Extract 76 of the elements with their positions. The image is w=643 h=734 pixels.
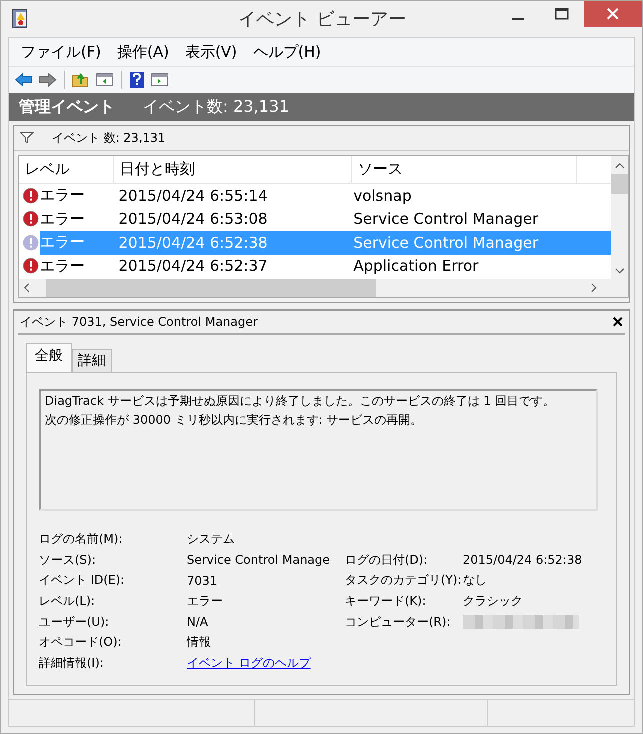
tab[interactable]: 全般	[26, 343, 72, 372]
table-cell-text: エラー	[40, 256, 86, 277]
folder-up-icon[interactable]	[71, 71, 91, 89]
field-label: 詳細情報(I):	[39, 654, 105, 672]
event-count: イベント数: 23,131	[143, 96, 290, 118]
scroll-up-icon[interactable]	[614, 162, 624, 170]
close-icon	[607, 8, 619, 20]
vertical-scrollbar[interactable]	[611, 156, 628, 279]
scroll-down-icon[interactable]	[614, 267, 624, 275]
field-value: なし	[463, 572, 488, 590]
table-cell-text: Service Control Manager	[352, 209, 540, 230]
table-cell-text: 2015/04/24 6:53:08	[118, 209, 269, 230]
field-value: 情報	[187, 634, 212, 652]
table-row[interactable]: エラー 2015/04/24 6:52:37 Application Error	[19, 254, 611, 278]
field-value: 2015/04/24 6:52:38	[463, 553, 584, 568]
table-row[interactable]: エラー 2015/04/24 6:53:08 Service Control Manager	[19, 208, 611, 231]
table-cell-text: 2015/04/24 6:55:14	[118, 186, 269, 207]
field-label: ログの日付(D):	[345, 552, 429, 569]
panel-icon[interactable]	[95, 71, 115, 89]
field-value: 7031	[187, 574, 219, 588]
field-value: Service Control Manage	[187, 553, 332, 568]
minimize-icon	[512, 18, 524, 20]
panel-icon[interactable]	[150, 71, 170, 89]
tab[interactable]: 詳細	[72, 349, 112, 372]
scroll-right-icon[interactable]	[590, 283, 598, 293]
table-cell: Service Control Manager	[348, 231, 611, 254]
table-cell: エラー	[40, 231, 113, 254]
filter-icon	[20, 132, 34, 144]
field-label: ログの名前(M):	[39, 530, 124, 548]
field-label: ユーザー(U):	[39, 614, 110, 631]
scroll-left-icon[interactable]	[23, 283, 31, 293]
table-cell-text: 2015/04/24 6:52:37	[118, 256, 269, 278]
field-value: クラシック	[463, 592, 524, 610]
close-button[interactable]	[584, 1, 642, 27]
field-label: ソース(S):	[39, 552, 98, 569]
help-icon[interactable]	[128, 71, 146, 89]
menu-item[interactable]: ヘルプ(H)	[245, 42, 330, 62]
error-icon	[23, 258, 39, 274]
menu-item[interactable]: 表示(V)	[177, 42, 246, 62]
horizontal-scrollbar[interactable]	[18, 279, 629, 298]
table-cell-text: エラー	[40, 208, 86, 230]
table-cell-text: Application Error	[352, 256, 480, 278]
error-icon	[23, 211, 39, 228]
field-value: N/A	[187, 615, 210, 630]
window-title: イベント ビューアー	[238, 8, 408, 31]
field-label: イベント ID(E):	[39, 572, 126, 590]
menu-item[interactable]: 操作(A)	[109, 42, 178, 62]
help-link[interactable]: イベント ログのヘルプ	[187, 654, 345, 672]
field-label: オペコード(O):	[39, 634, 123, 652]
message-box: DiagTrack サービスは予期せぬ原因により終了しました。このサービスの終了は 1 回目です。 次の修正操作が 30000 ミリ秒以内に実行されます: サービスの再開。	[39, 389, 598, 511]
column-header[interactable]: ソース	[352, 156, 577, 183]
back-button[interactable]	[14, 71, 34, 89]
close-icon[interactable]	[613, 317, 623, 327]
field-label: キーワード(K):	[345, 592, 428, 610]
field-label: コンピューター(R):	[345, 614, 452, 631]
table-cell-text: エラー	[40, 185, 86, 206]
field-label: レベル(L):	[39, 592, 96, 610]
table-cell: 2015/04/24 6:52:38	[112, 231, 348, 254]
table-cell-text: volsnap	[352, 186, 413, 207]
forward-button[interactable]	[38, 71, 58, 89]
column-header[interactable]: レベル	[19, 156, 114, 183]
table-row[interactable]: エラー 2015/04/24 6:55:14 volsnap	[19, 184, 611, 208]
detail-title: イベント 7031, Service Control Manager	[20, 314, 258, 330]
error-icon	[23, 234, 39, 251]
app-icon	[11, 9, 29, 29]
menu-item[interactable]: ファイル(F)	[13, 42, 110, 62]
column-header[interactable]: 日付と時刻	[114, 156, 352, 183]
scrollbar-thumb[interactable]	[611, 174, 628, 194]
field-value: システム	[187, 530, 236, 548]
scrollbar-thumb[interactable]	[46, 279, 376, 297]
pane-title: 管理イベント	[19, 96, 115, 118]
error-icon	[23, 188, 39, 204]
maximize-icon	[555, 8, 569, 20]
filter-count: イベント 数: 23,131	[52, 130, 166, 146]
field-value: エラー	[187, 592, 224, 610]
field-label: タスクのカテゴリ(Y):	[345, 572, 463, 590]
